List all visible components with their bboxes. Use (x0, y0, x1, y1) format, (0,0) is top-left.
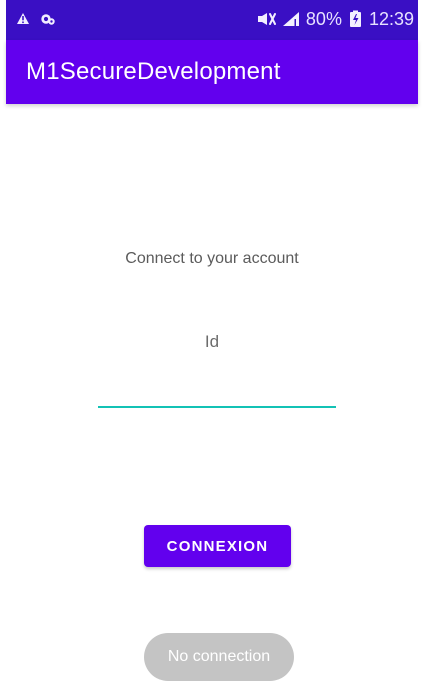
app-screen: 80% 12:39 M1SecureDevelopment Connect to… (6, 0, 418, 681)
battery-icon (348, 10, 363, 28)
warning-icon (16, 12, 30, 26)
notification-icon (40, 11, 56, 27)
status-left-icons (16, 11, 56, 27)
instruction-text: Connect to your account (125, 250, 299, 267)
signal-icon (282, 11, 300, 27)
battery-percentage: 80% (305, 9, 342, 29)
app-bar: M1SecureDevelopment (6, 40, 418, 104)
id-input[interactable] (98, 372, 336, 408)
status-bar: 80% 12:39 (6, 0, 418, 40)
no-connection-toast: No connection (144, 633, 294, 681)
mute-icon (256, 11, 276, 27)
status-right-indicators: 80% 12:39 (256, 9, 414, 29)
app-title: M1SecureDevelopment (26, 58, 281, 85)
connexion-button[interactable]: CONNEXION (144, 525, 291, 567)
status-time: 12:39 (368, 9, 414, 29)
id-label: Id (204, 332, 220, 351)
